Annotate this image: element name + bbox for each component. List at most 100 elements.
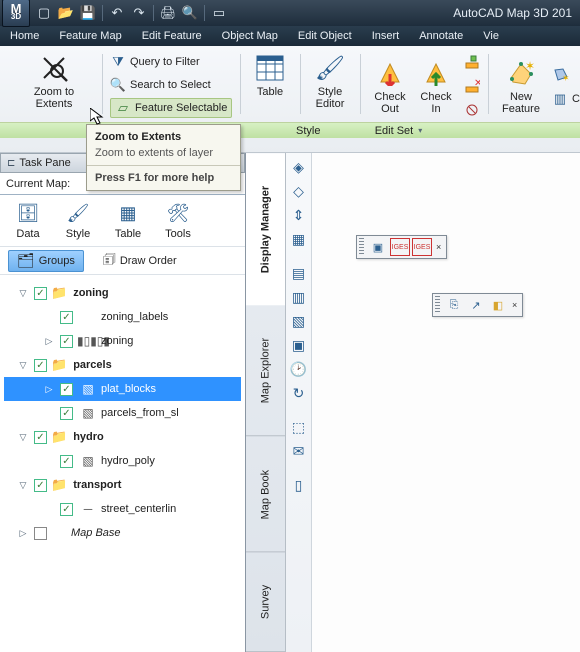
editset-tool-3[interactable] xyxy=(464,100,480,120)
qat-print-icon[interactable]: 🖨 xyxy=(160,5,176,21)
qat-select-icon[interactable]: ▭ xyxy=(211,5,227,21)
expander-icon[interactable]: ▽ xyxy=(16,480,30,491)
checkbox[interactable]: ✓ xyxy=(60,335,73,348)
vt-icon-7[interactable]: ▧ xyxy=(289,311,309,331)
zoom-to-extents-button[interactable]: Zoom to Extents xyxy=(12,50,96,112)
floating-toolbar-2[interactable]: ⎘ ↗ ◧ × xyxy=(432,293,523,317)
tab-insert[interactable]: Insert xyxy=(362,26,410,46)
editset-tool-2[interactable]: ✕ xyxy=(464,76,480,96)
fb-l2-icon[interactable]: ↗ xyxy=(466,296,486,314)
checkbox[interactable]: ✓ xyxy=(60,503,73,516)
create-tool-1[interactable]: ✶ xyxy=(552,65,580,85)
application-menu-button[interactable]: M 3D xyxy=(2,0,30,27)
sidetab-survey[interactable]: Survey xyxy=(246,552,285,652)
vt-icon-10[interactable]: ↻ xyxy=(289,383,309,403)
editset-tool-1[interactable] xyxy=(464,52,480,72)
layer-plat-blocks[interactable]: ▷ ✓ ▧ plat_blocks xyxy=(4,377,241,401)
qat-redo-icon[interactable]: ↷ xyxy=(131,5,147,21)
vt-icon-3[interactable]: ⇕ xyxy=(289,205,309,225)
expander-icon[interactable]: ▷ xyxy=(42,336,56,347)
vt-icon-2[interactable]: ◇ xyxy=(289,181,309,201)
close-icon[interactable]: × xyxy=(512,301,520,309)
style-editor-button[interactable]: 🖌 Style Editor xyxy=(308,50,352,112)
query-to-filter-button[interactable]: ⧩Query to Filter xyxy=(110,52,200,72)
fb-cam-icon[interactable]: ▣ xyxy=(368,238,388,256)
layer-street-centerline[interactable]: ✓ ─ street_centerlin xyxy=(4,497,241,521)
panel-style[interactable]: Style xyxy=(286,123,330,139)
tab-home[interactable]: Home xyxy=(0,26,49,46)
search-to-select-button[interactable]: 🔍Search to Select xyxy=(110,75,211,95)
tool-data[interactable]: 🗄Data xyxy=(10,202,46,240)
drawing-canvas[interactable]: ▣ IGES IGES × ⎘ ↗ ◧ × xyxy=(312,153,580,652)
sidetab-map-explorer[interactable]: Map Explorer xyxy=(246,305,285,436)
qat-open-icon[interactable]: 📂 xyxy=(58,5,74,21)
tab-draw-order[interactable]: 🗊Draw Order xyxy=(94,250,186,272)
tab-edit-object[interactable]: Edit Object xyxy=(288,26,362,46)
sidetab-map-book[interactable]: Map Book xyxy=(246,437,285,552)
vt-icon-8[interactable]: ▣ xyxy=(289,335,309,355)
layer-zoning-labels[interactable]: ✓ zoning_labels xyxy=(4,305,241,329)
tab-feature-map[interactable]: Feature Map xyxy=(49,26,131,46)
fb-l3-icon[interactable]: ◧ xyxy=(488,296,508,314)
fb-l1-icon[interactable]: ⎘ xyxy=(444,296,464,314)
grip-icon[interactable] xyxy=(359,238,364,256)
group-transport[interactable]: ▽ ✓ 📁 transport xyxy=(4,473,241,497)
checkbox[interactable]: ✓ xyxy=(60,383,73,396)
floating-toolbar-1[interactable]: ▣ IGES IGES × xyxy=(356,235,447,259)
checkbox[interactable]: ✓ xyxy=(34,431,47,444)
checkbox[interactable]: ✓ xyxy=(60,311,73,324)
vt-icon-9[interactable]: 🕑 xyxy=(289,359,309,379)
qat-new-icon[interactable]: ▢ xyxy=(36,5,52,21)
vt-icon-6[interactable]: ▥ xyxy=(289,287,309,307)
group-zoning[interactable]: ▽ ✓ 📁 zoning xyxy=(4,281,241,305)
expander-icon[interactable]: ▷ xyxy=(42,384,56,395)
vt-icon-1[interactable]: ◈ xyxy=(289,157,309,177)
vt-icon-5[interactable]: ▤ xyxy=(289,263,309,283)
expander-icon[interactable]: ▽ xyxy=(16,288,30,299)
quick-access-toolbar: ▢ 📂 💾 ↶ ↷ 🖨 🔍 ▭ xyxy=(36,5,227,21)
layer-hydro-poly[interactable]: ✓ ▧ hydro_poly xyxy=(4,449,241,473)
tool-table[interactable]: ▦Table xyxy=(110,202,146,240)
layer-map-base[interactable]: ▷ ✓ Map Base xyxy=(4,521,241,545)
vt-icon-11[interactable]: ⬚ xyxy=(289,417,309,437)
tab-object-map[interactable]: Object Map xyxy=(212,26,288,46)
checkbox[interactable]: ✓ xyxy=(34,287,47,300)
checkbox[interactable]: ✓ xyxy=(34,527,47,540)
fb-iges-icon[interactable]: IGES xyxy=(390,238,410,256)
expander-icon[interactable]: ▷ xyxy=(16,528,30,539)
tab-edit-feature[interactable]: Edit Feature xyxy=(132,26,212,46)
tab-annotate[interactable]: Annotate xyxy=(409,26,473,46)
cogo-button[interactable]: ▥COGO xyxy=(552,89,580,109)
panel-edit-set[interactable]: Edit Set xyxy=(330,123,466,139)
checkbox[interactable]: ✓ xyxy=(34,359,47,372)
tool-style[interactable]: 🖌Style xyxy=(60,202,96,240)
tool-tools[interactable]: 🛠Tools xyxy=(160,202,196,240)
qat-undo-icon[interactable]: ↶ xyxy=(109,5,125,21)
fb-iges2-icon[interactable]: IGES xyxy=(412,238,432,256)
tab-view[interactable]: Vie xyxy=(473,26,509,46)
qat-search-icon[interactable]: 🔍 xyxy=(182,5,198,21)
checkbox[interactable]: ✓ xyxy=(60,455,73,468)
new-feature-button[interactable]: ✶ New Feature xyxy=(496,55,546,117)
vt-icon-12[interactable]: ✉ xyxy=(289,441,309,461)
sidetab-display-manager[interactable]: Display Manager xyxy=(246,153,285,305)
qat-save-icon[interactable]: 💾 xyxy=(80,5,96,21)
check-in-button[interactable]: Check In xyxy=(414,55,458,117)
layer-zoning[interactable]: ▷ ✓ ▮▯▮▯▮ zoning xyxy=(4,329,241,353)
check-out-button[interactable]: Check Out xyxy=(368,55,412,117)
vt-icon-4[interactable]: ▦ xyxy=(289,229,309,249)
tab-groups[interactable]: 🗂Groups xyxy=(8,250,84,272)
checkbox[interactable]: ✓ xyxy=(60,407,73,420)
close-icon[interactable]: × xyxy=(436,243,444,251)
vt-icon-13[interactable]: ▯ xyxy=(289,475,309,495)
checkbox[interactable]: ✓ xyxy=(34,479,47,492)
group-parcels[interactable]: ▽ ✓ 📁 parcels xyxy=(4,353,241,377)
feature-selectable-button[interactable]: ▱Feature Selectable xyxy=(110,98,232,118)
group-hydro[interactable]: ▽ ✓ 📁 hydro xyxy=(4,425,241,449)
layer-parcels-from-sl[interactable]: ✓ ▧ parcels_from_sl xyxy=(4,401,241,425)
table-button[interactable]: Table xyxy=(248,50,292,100)
expander-icon[interactable]: ▽ xyxy=(16,360,30,371)
grip-icon[interactable] xyxy=(435,296,440,314)
expander-icon[interactable]: ▽ xyxy=(16,432,30,443)
pin-icon[interactable]: ⊏ xyxy=(7,158,15,169)
